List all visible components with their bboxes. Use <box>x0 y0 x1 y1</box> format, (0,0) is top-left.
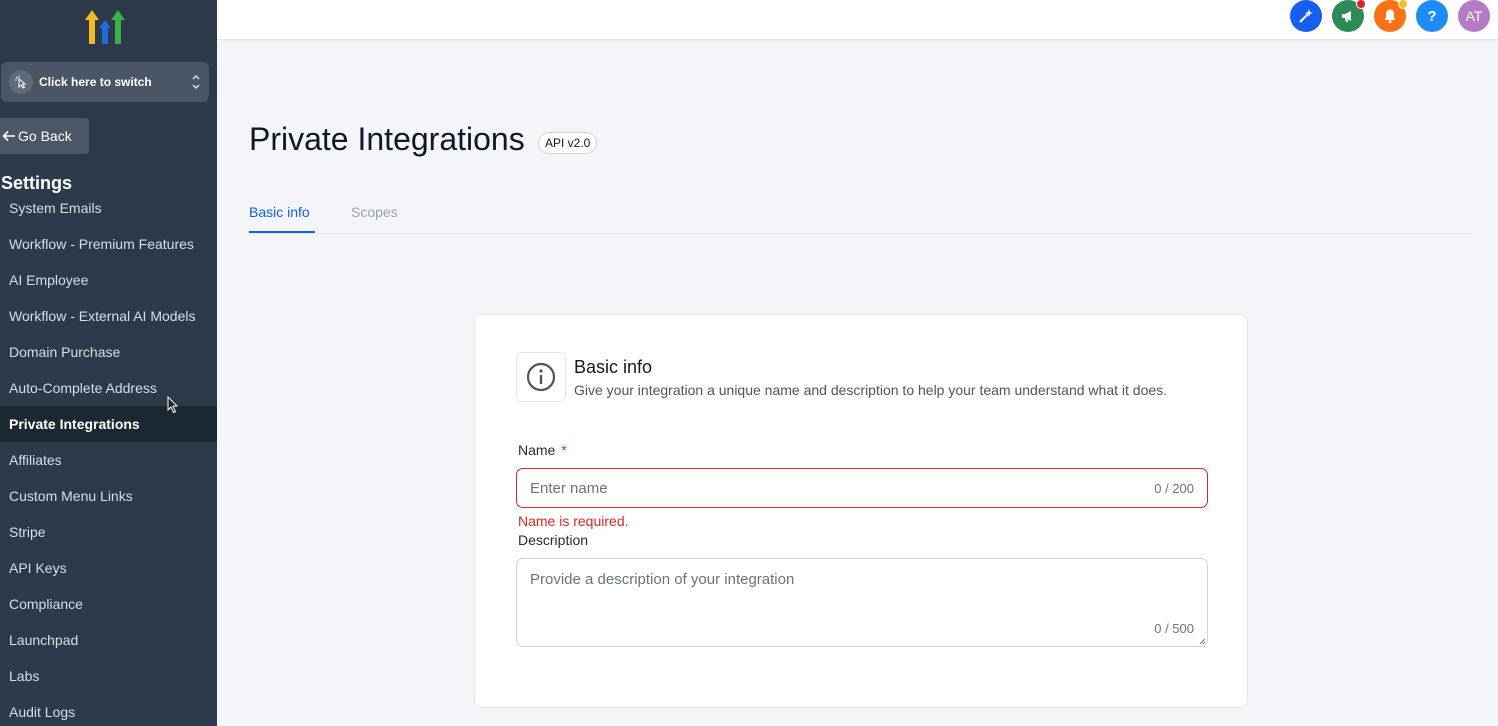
location-switcher[interactable]: Click here to switch <box>1 62 209 102</box>
notification-dot <box>1398 0 1408 9</box>
sparkle-icon <box>1299 9 1313 23</box>
basic-info-card: Basic info Give your integration a uniqu… <box>474 314 1248 708</box>
sidebar: Click here to switch Go Back Settings Sy… <box>0 0 217 726</box>
card-subtitle: Give your integration a unique name and … <box>574 382 1168 398</box>
sidebar-item-api-keys[interactable]: API Keys <box>0 550 217 586</box>
settings-nav: System Emails Workflow - Premium Feature… <box>0 200 217 726</box>
go-back-button[interactable]: Go Back <box>0 118 89 154</box>
description-placeholder: Provide a description of your integratio… <box>530 571 795 588</box>
info-icon <box>526 362 556 392</box>
mouse-cursor-icon <box>167 396 179 414</box>
avatar[interactable]: AT <box>1458 0 1490 32</box>
announcements-button[interactable] <box>1332 0 1366 32</box>
card-title: Basic info <box>574 357 653 377</box>
help-button[interactable]: ? <box>1416 0 1448 32</box>
name-char-counter: 0 / 200 <box>1154 480 1194 496</box>
tab-scopes[interactable]: Scopes <box>351 204 398 220</box>
description-label: Description <box>518 532 589 548</box>
required-mark: * <box>561 442 567 458</box>
name-label-text: Name <box>518 442 556 458</box>
sidebar-item-launchpad[interactable]: Launchpad <box>0 622 217 658</box>
info-icon-box <box>516 352 566 402</box>
api-version-badge: API v2.0 <box>538 132 598 154</box>
go-back-label: Go Back <box>18 128 72 144</box>
description-textarea[interactable]: Provide a description of your integratio… <box>516 558 1208 647</box>
pointer-click-icon <box>9 70 33 94</box>
sidebar-item-private-integrations[interactable]: Private Integrations <box>0 406 217 442</box>
chevron-up-down-icon <box>192 75 200 89</box>
sidebar-item-auto-complete-address[interactable]: Auto-Complete Address <box>0 370 217 406</box>
tabs-divider <box>249 233 1472 234</box>
top-bar: ? AT <box>217 0 1498 40</box>
ai-sparkle-button[interactable] <box>1290 0 1322 32</box>
tab-basic-info[interactable]: Basic info <box>249 204 310 220</box>
sidebar-item-labs[interactable]: Labs <box>0 658 217 694</box>
bell-icon <box>1384 9 1396 24</box>
switcher-label: Click here to switch <box>39 75 152 89</box>
name-label: Name * <box>518 442 567 458</box>
sidebar-item-workflow-external-ai-models[interactable]: Workflow - External AI Models <box>0 298 217 334</box>
notification-dot <box>1356 0 1366 9</box>
sidebar-item-audit-logs[interactable]: Audit Logs <box>0 694 217 726</box>
notifications-button[interactable] <box>1374 0 1408 32</box>
name-input[interactable]: Enter name 0 / 200 <box>516 468 1208 508</box>
sidebar-item-system-emails[interactable]: System Emails <box>0 200 217 226</box>
sidebar-item-compliance[interactable]: Compliance <box>0 586 217 622</box>
description-char-counter: 0 / 500 <box>1154 621 1194 636</box>
resize-handle-icon[interactable] <box>1198 637 1206 645</box>
sidebar-item-affiliates[interactable]: Affiliates <box>0 442 217 478</box>
megaphone-icon <box>1342 11 1351 22</box>
sidebar-item-custom-menu-links[interactable]: Custom Menu Links <box>0 478 217 514</box>
name-placeholder: Enter name <box>530 479 608 497</box>
sidebar-item-domain-purchase[interactable]: Domain Purchase <box>0 334 217 370</box>
settings-title: Settings <box>1 173 73 193</box>
logo <box>84 6 126 46</box>
arrow-left-icon <box>2 130 15 142</box>
sidebar-item-ai-employee[interactable]: AI Employee <box>0 262 217 298</box>
sidebar-item-workflow-premium-features[interactable]: Workflow - Premium Features <box>0 226 217 262</box>
active-tab-indicator <box>249 231 315 233</box>
sidebar-item-stripe[interactable]: Stripe <box>0 514 217 550</box>
name-error-message: Name is required. <box>518 513 629 529</box>
page-title: Private Integrations <box>249 121 525 157</box>
